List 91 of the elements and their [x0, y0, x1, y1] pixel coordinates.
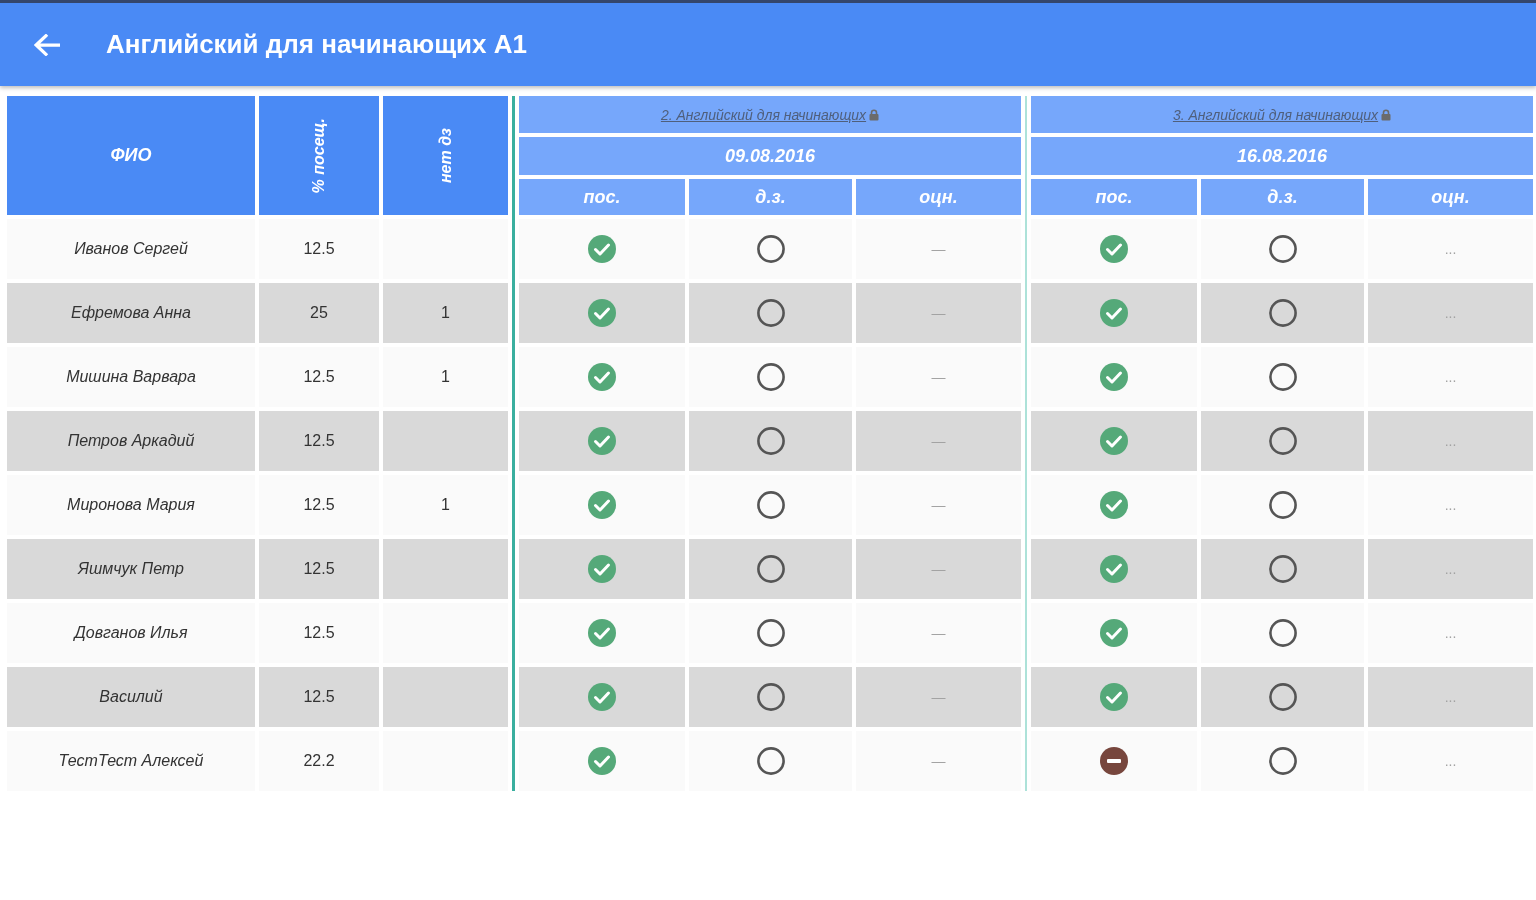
- table-cell: ...: [1368, 731, 1533, 791]
- column-header: % посещ.: [259, 96, 379, 215]
- empty-circle-icon[interactable]: [1268, 747, 1297, 775]
- table-cell: 25: [259, 283, 379, 343]
- table-cell: Иванов Сергей: [7, 219, 255, 279]
- check-circle-icon[interactable]: [588, 619, 616, 647]
- column-header: д.з.: [689, 179, 852, 215]
- check-circle-icon[interactable]: [1100, 427, 1128, 455]
- table-cell: Довганов Илья: [7, 603, 255, 663]
- empty-circle-icon[interactable]: [756, 619, 785, 647]
- table-cell: 1: [383, 475, 508, 535]
- empty-circle-icon[interactable]: [756, 427, 785, 455]
- check-circle-icon[interactable]: [588, 491, 616, 519]
- table-cell: —: [856, 475, 1021, 535]
- table-cell: 22.2: [259, 731, 379, 791]
- table-cell: ...: [1368, 539, 1533, 599]
- empty-circle-icon[interactable]: [1268, 619, 1297, 647]
- lesson-title-link[interactable]: 2. Английский для начинающих: [660, 106, 867, 123]
- table-cell: 1: [383, 283, 508, 343]
- table-cell: ...: [1368, 475, 1533, 535]
- check-circle-icon[interactable]: [588, 555, 616, 583]
- table-cell: 12.5: [259, 219, 379, 279]
- check-circle-icon[interactable]: [588, 363, 616, 391]
- table-cell: ...: [1368, 667, 1533, 727]
- table-cell: ...: [1368, 283, 1533, 343]
- table-cell: Ефремова Анна: [7, 283, 255, 343]
- table-cell: 12.5: [259, 411, 379, 471]
- empty-circle-icon[interactable]: [756, 363, 785, 391]
- empty-circle-icon[interactable]: [1268, 427, 1297, 455]
- check-circle-icon[interactable]: [1100, 491, 1128, 519]
- empty-circle-icon[interactable]: [1268, 491, 1297, 519]
- table-cell: ...: [1368, 603, 1533, 663]
- empty-circle-icon[interactable]: [1268, 363, 1297, 391]
- check-circle-icon[interactable]: [1100, 683, 1128, 711]
- empty-circle-icon[interactable]: [756, 747, 785, 775]
- back-button[interactable]: [34, 33, 60, 56]
- table-cell: Мишина Варвара: [7, 347, 255, 407]
- column-header: пос.: [1031, 179, 1197, 215]
- empty-circle-icon[interactable]: [756, 235, 785, 263]
- table-cell: —: [856, 731, 1021, 791]
- table-cell: 12.5: [259, 667, 379, 727]
- column-header: оцн.: [856, 179, 1021, 215]
- table-cell: —: [856, 411, 1021, 471]
- table-cell: 1: [383, 347, 508, 407]
- table-cell: Василий: [7, 667, 255, 727]
- empty-circle-icon[interactable]: [756, 683, 785, 711]
- check-circle-icon[interactable]: [588, 747, 616, 775]
- empty-circle-icon[interactable]: [756, 555, 785, 583]
- table-cell: ...: [1368, 347, 1533, 407]
- table-cell: —: [856, 539, 1021, 599]
- check-circle-icon[interactable]: [588, 427, 616, 455]
- check-circle-icon[interactable]: [588, 235, 616, 263]
- table-cell: Яшмчук Петр: [7, 539, 255, 599]
- table-cell: 12.5: [259, 475, 379, 535]
- table-cell: ТестТест Алексей: [7, 731, 255, 791]
- table-cell: Миронова Мария: [7, 475, 255, 535]
- check-circle-icon[interactable]: [588, 683, 616, 711]
- date-header: 09.08.2016: [519, 137, 1021, 175]
- table-cell: —: [856, 603, 1021, 663]
- check-circle-icon[interactable]: [1100, 619, 1128, 647]
- empty-circle-icon[interactable]: [756, 491, 785, 519]
- table-cell: —: [856, 219, 1021, 279]
- table-cell: 12.5: [259, 539, 379, 599]
- table-cell: —: [856, 667, 1021, 727]
- check-circle-icon[interactable]: [588, 299, 616, 327]
- table-cell: ...: [1368, 411, 1533, 471]
- empty-circle-icon[interactable]: [1268, 235, 1297, 263]
- column-header: д.з.: [1201, 179, 1364, 215]
- minus-circle-icon[interactable]: [1100, 747, 1128, 775]
- check-circle-icon[interactable]: [1100, 363, 1128, 391]
- check-circle-icon[interactable]: [1100, 235, 1128, 263]
- empty-circle-icon[interactable]: [1268, 299, 1297, 327]
- column-header: нет дз: [383, 96, 508, 215]
- empty-circle-icon[interactable]: [756, 299, 785, 327]
- column-header: оцн.: [1368, 179, 1533, 215]
- column-header: ФИО: [7, 96, 255, 215]
- check-circle-icon[interactable]: [1100, 299, 1128, 327]
- date-header: 16.08.2016: [1031, 137, 1533, 175]
- table-cell: ...: [1368, 219, 1533, 279]
- back-arrow-icon: [34, 33, 60, 56]
- empty-circle-icon[interactable]: [1268, 555, 1297, 583]
- table-cell: 12.5: [259, 347, 379, 407]
- table-cell: —: [856, 347, 1021, 407]
- check-circle-icon[interactable]: [1100, 555, 1128, 583]
- lesson-title-link[interactable]: 3. Английский для начинающих: [1172, 106, 1379, 123]
- empty-circle-icon[interactable]: [1268, 683, 1297, 711]
- column-header: пос.: [519, 179, 685, 215]
- table-cell: Петров Аркадий: [7, 411, 255, 471]
- table-cell: —: [856, 283, 1021, 343]
- screen-title: Английский для начинающих А1: [106, 29, 528, 60]
- table-cell: 12.5: [259, 603, 379, 663]
